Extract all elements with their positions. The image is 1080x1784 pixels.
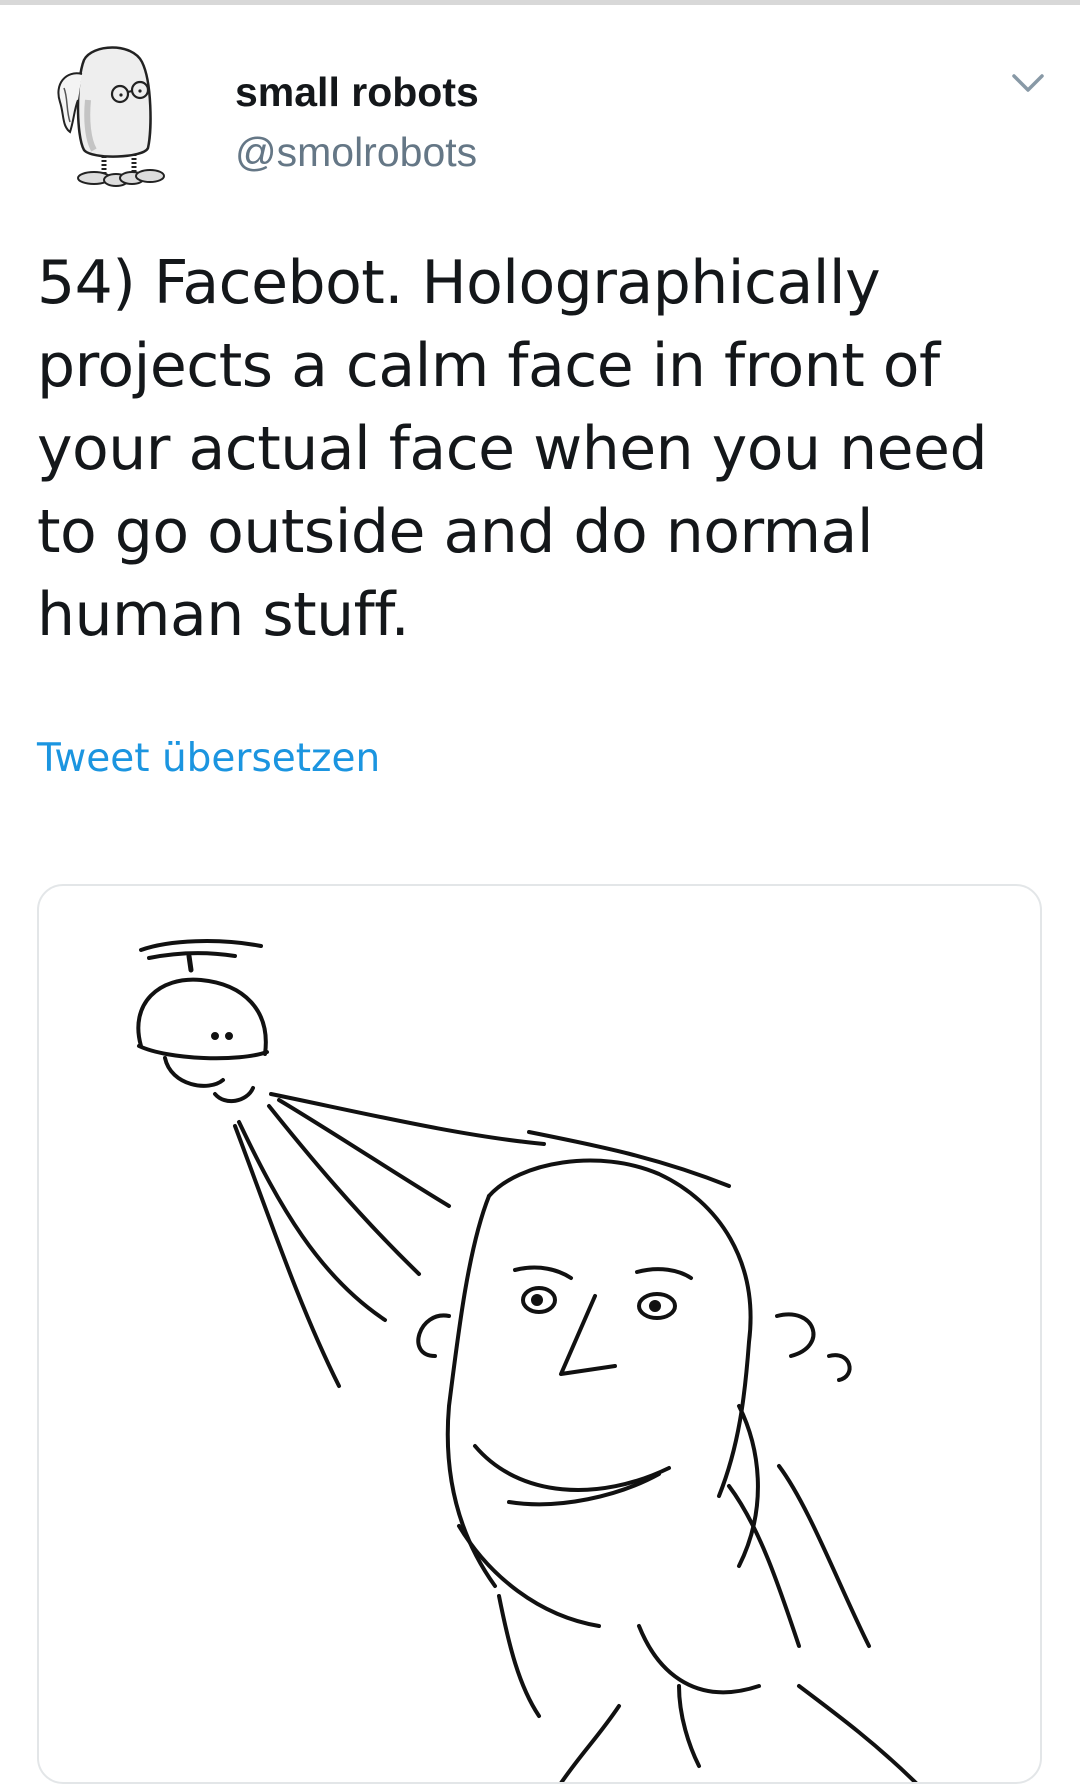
tweet-author[interactable]: small robots @smolrobots [235, 68, 479, 176]
tweet-text: 54) Facebot. Holographically projects a … [37, 248, 988, 650]
user-handle[interactable]: @smolrobots [235, 128, 479, 176]
tweet-media-card[interactable] [37, 884, 1042, 1784]
top-divider [0, 0, 1080, 5]
display-name[interactable]: small robots [235, 68, 479, 116]
chevron-down-icon[interactable] [1010, 70, 1046, 98]
avatar[interactable] [44, 40, 174, 190]
robot-avatar-icon [57, 46, 165, 187]
translate-tweet-link[interactable]: Tweet übersetzen [37, 734, 380, 784]
facebot-sketch-image [136, 939, 918, 1782]
